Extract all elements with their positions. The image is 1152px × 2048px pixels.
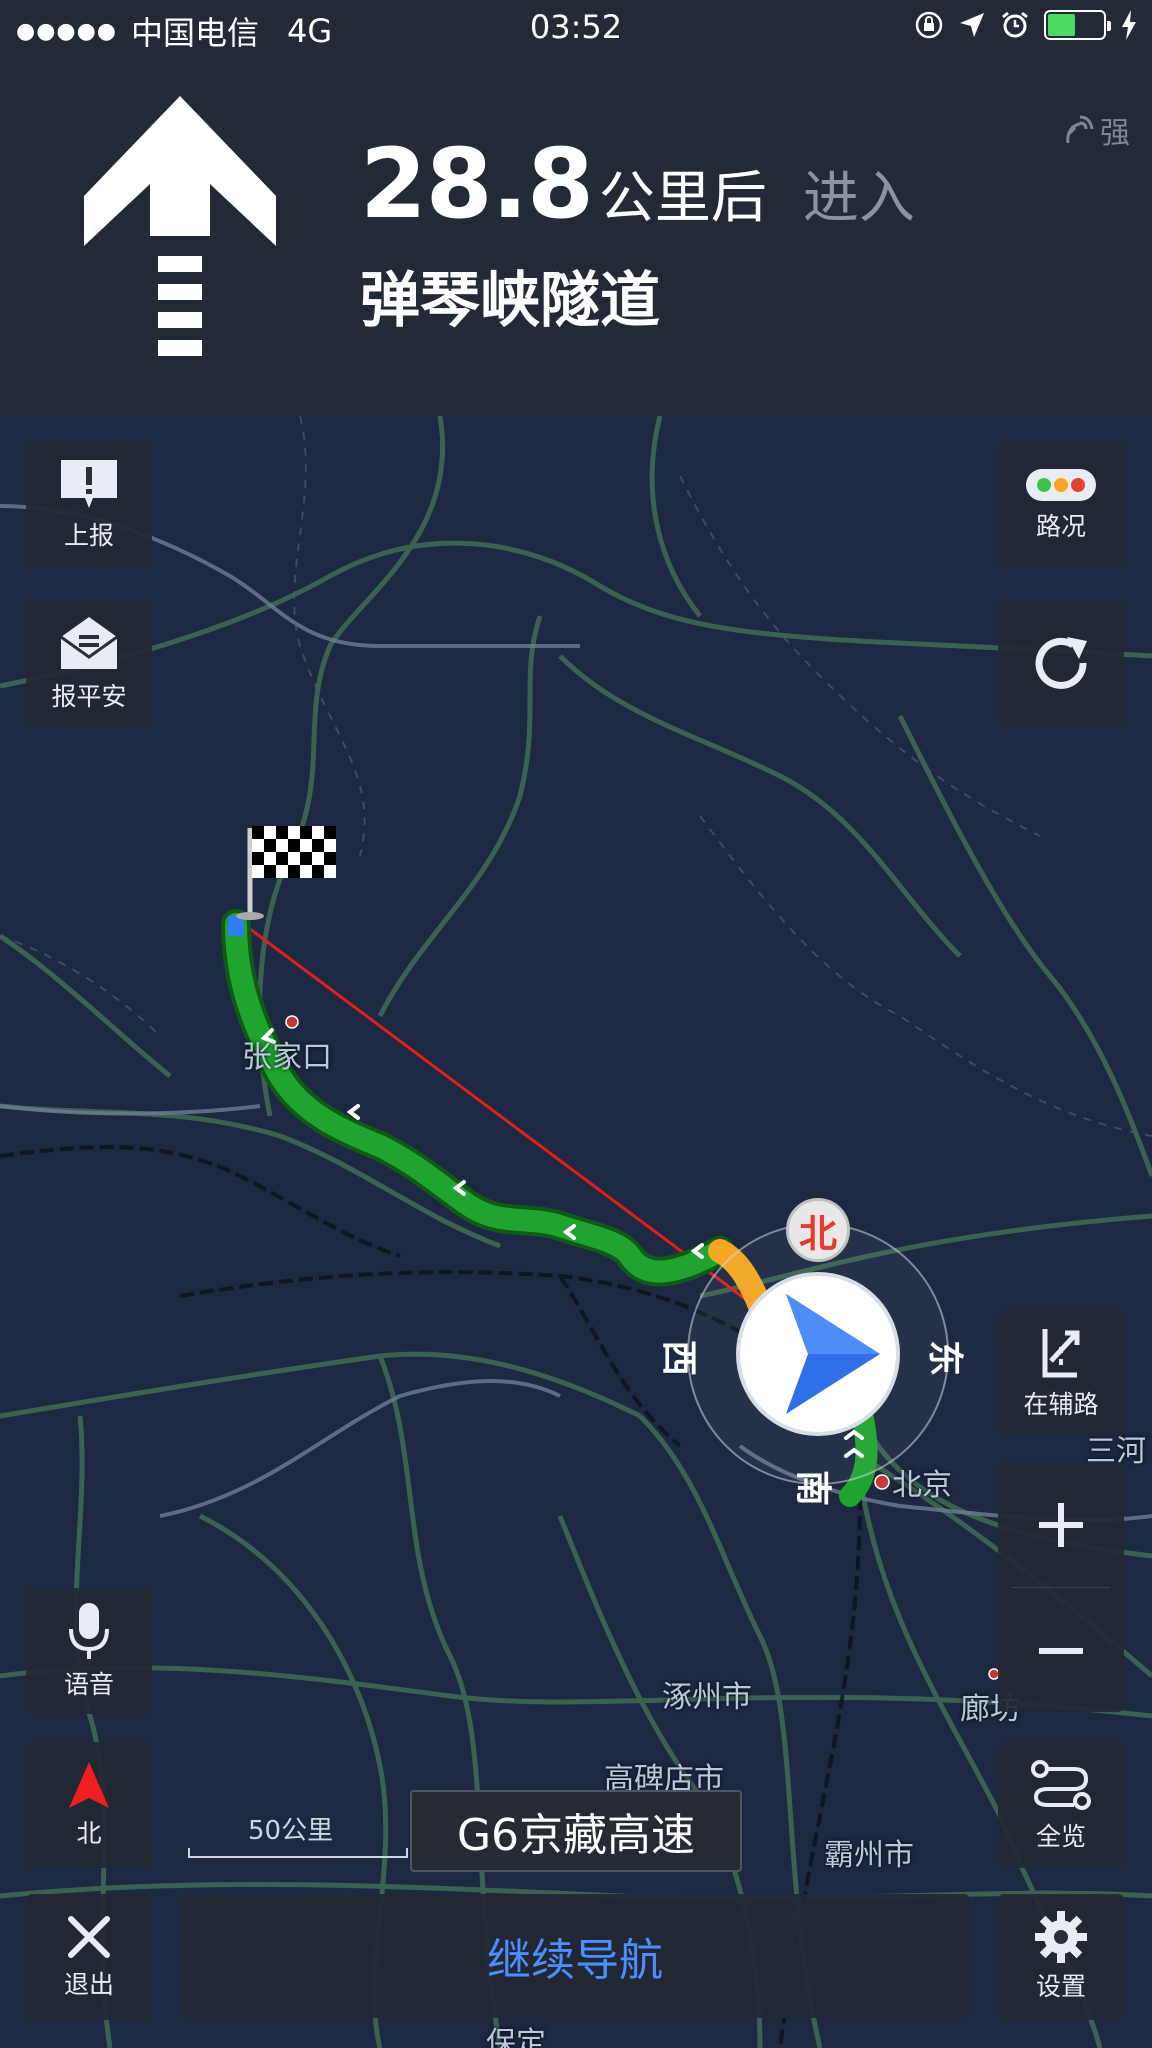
battery-icon	[1044, 10, 1111, 40]
maneuver-action: 进入	[802, 166, 915, 231]
exit-button[interactable]: 退出	[26, 1894, 152, 2020]
alarm-icon	[1002, 11, 1028, 38]
continue-navigation-button[interactable]: 继续导航	[180, 1894, 970, 2018]
compass-south: 南	[792, 1469, 834, 1507]
gps-signal-label: 强	[1100, 116, 1130, 151]
plus-icon	[1039, 1502, 1083, 1547]
safety-label: 报平安	[51, 682, 127, 711]
close-icon	[68, 1916, 110, 1958]
exit-label: 退出	[63, 1970, 114, 1999]
distance-value: 28.8	[360, 128, 594, 240]
zoom-out-button[interactable]	[998, 1588, 1124, 1713]
distance-to-turn: 28.8 公里后 进入	[360, 128, 915, 240]
straight-arrow-icon	[84, 96, 276, 356]
zoom-in-button[interactable]	[998, 1462, 1124, 1587]
north-up-button[interactable]: 北	[26, 1742, 152, 1868]
charging-bolt-icon	[1122, 10, 1136, 40]
city-label-zhangjiakou: 张家口	[242, 1040, 332, 1075]
north-arrow-icon	[69, 1762, 109, 1808]
overview-button[interactable]: 全览	[998, 1742, 1124, 1868]
city-dot-beijing	[874, 1474, 890, 1490]
status-right	[914, 10, 1138, 40]
status-bar: ●●●●● 中国电信 4G 03:52	[0, 0, 1152, 56]
safety-button[interactable]: 报平安	[26, 600, 152, 726]
refresh-button[interactable]	[998, 600, 1124, 726]
compass-east: 东	[924, 1339, 966, 1377]
refresh-icon	[1035, 637, 1087, 689]
report-label: 上报	[63, 521, 114, 550]
battery-level	[1048, 14, 1075, 36]
compass-north: 北	[786, 1198, 850, 1262]
side-road-button[interactable]: 在辅路	[998, 1310, 1124, 1436]
north-up-label: 北	[76, 1819, 102, 1848]
map-boundaries	[0, 416, 1152, 1137]
distance-unit: 公里后	[598, 166, 767, 231]
traffic-button[interactable]: 路况	[998, 442, 1124, 568]
report-button[interactable]: 上报	[26, 442, 152, 568]
rotation-lock-icon	[915, 11, 943, 39]
report-icon	[61, 460, 117, 508]
voice-button[interactable]: 语音	[26, 1588, 152, 1714]
city-label-beijing: 北京	[892, 1468, 952, 1503]
route-overview-icon	[1031, 1760, 1091, 1810]
scale-label: 50公里	[248, 1816, 334, 1846]
gps-signal: 强	[1062, 108, 1130, 152]
current-road-name: G6京藏高速	[410, 1790, 742, 1872]
traffic-label: 路况	[1035, 512, 1086, 541]
envelope-icon	[60, 617, 118, 669]
minus-icon	[1039, 1647, 1083, 1654]
zoom-controls	[998, 1462, 1124, 1712]
microphone-icon	[69, 1603, 109, 1659]
next-road-name: 弹琴峡隧道	[360, 266, 660, 336]
city-label-baoding: 保定	[486, 2026, 546, 2048]
side-road-label: 在辅路	[1023, 1390, 1099, 1419]
location-arrow-icon	[960, 13, 984, 37]
voice-label: 语音	[63, 1670, 114, 1699]
map-scale: 50公里	[188, 1810, 408, 1860]
gear-icon	[1035, 1911, 1087, 1963]
overview-label: 全览	[1035, 1822, 1086, 1851]
settings-label: 设置	[1035, 1972, 1086, 2001]
side-road-icon	[1042, 1329, 1080, 1378]
city-dot-zhangjiakou	[285, 1015, 299, 1029]
city-label-zhuozhou: 涿州市	[662, 1680, 752, 1715]
guidance-panel: 28.8 公里后 进入 弹琴峡隧道 强	[0, 56, 1152, 416]
settings-button[interactable]: 设置	[998, 1894, 1124, 2020]
traffic-light-icon	[1026, 469, 1096, 501]
scale-bar	[188, 1848, 408, 1858]
compass-west: 西	[658, 1339, 700, 1377]
map-highways	[0, 504, 1152, 1523]
gps-signal-icon	[1066, 115, 1094, 144]
city-label-bazhou: 霸州市	[824, 1838, 914, 1873]
